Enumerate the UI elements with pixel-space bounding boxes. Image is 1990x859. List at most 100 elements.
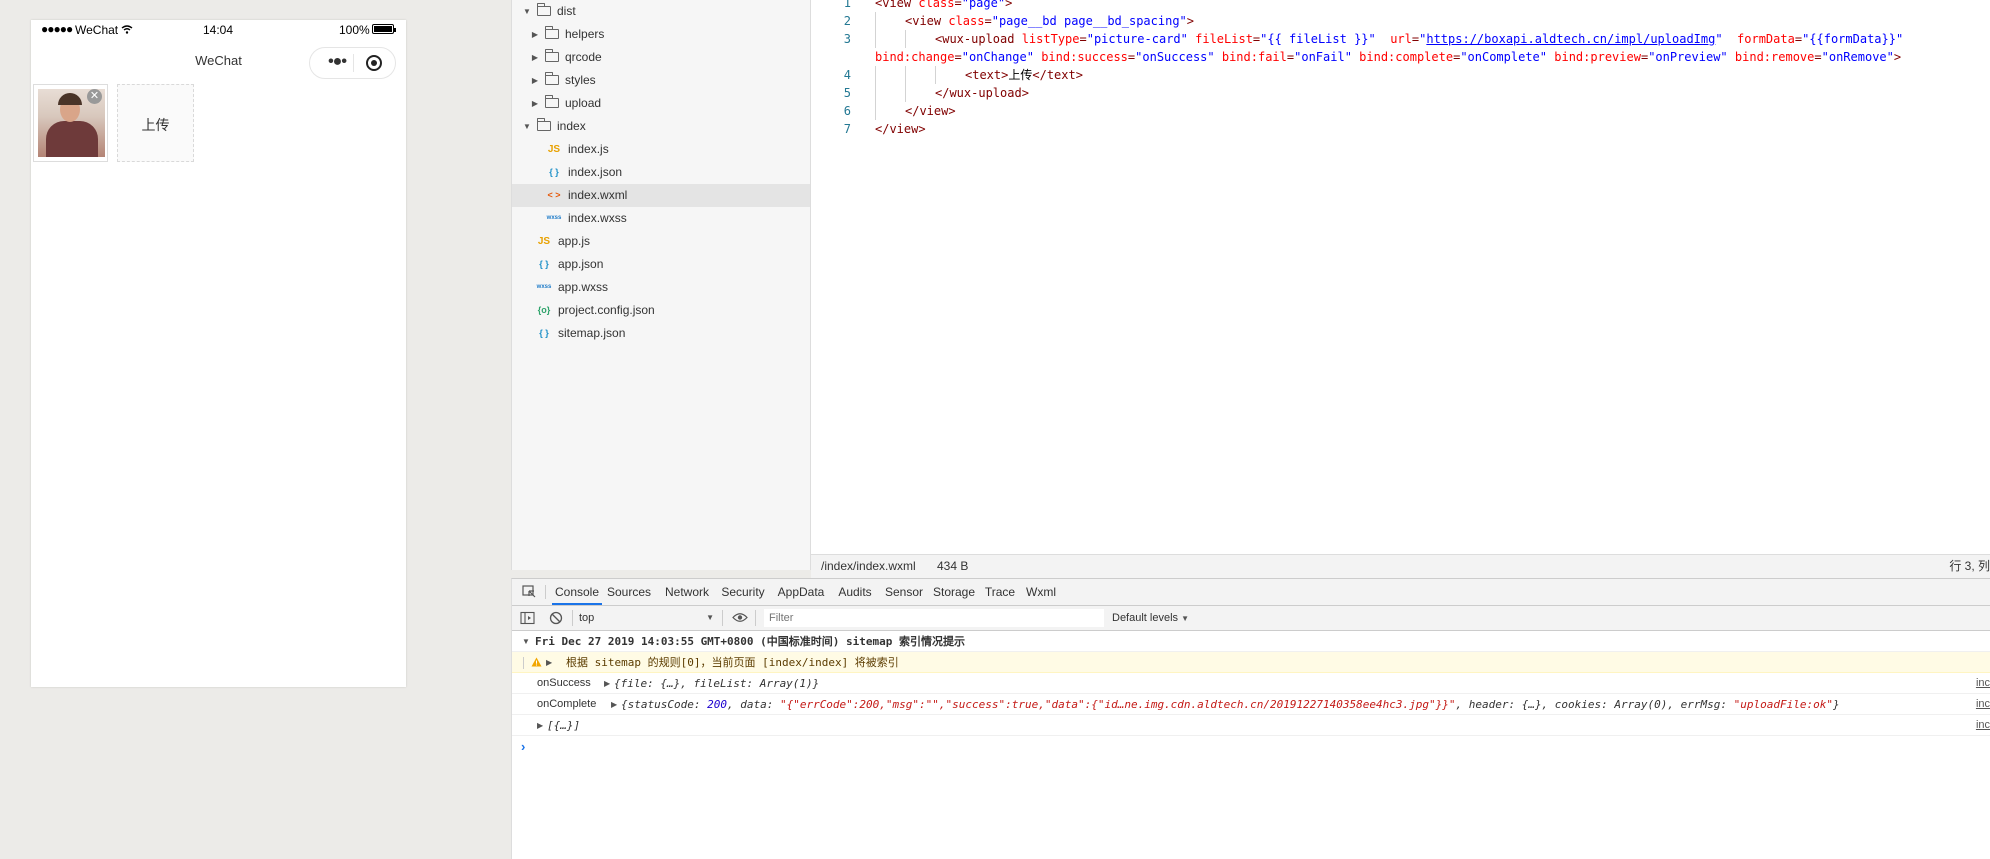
tab-security[interactable]: Security (720, 579, 766, 605)
tree-item[interactable]: { } index.json (512, 161, 810, 184)
tree-item[interactable]: wxss index.wxss (512, 207, 810, 230)
code-token: = (1814, 50, 1822, 64)
tree-item[interactable]: ▼ index (512, 115, 810, 138)
tree-item[interactable]: JS app.js (512, 230, 810, 253)
log-source-link[interactable]: inc (1976, 715, 1990, 736)
upload-button[interactable]: 上传 (117, 84, 194, 162)
tab-network[interactable]: Network (662, 579, 712, 605)
code-line[interactable]: 7 </view> (811, 120, 1990, 138)
warning-text: 根据 sitemap 的规则[0]，当前页面 [index/index] 将被索… (566, 656, 899, 669)
code-text: <view class="page__bd page__bd_spacing"> (905, 12, 1194, 30)
code-token: "picture-card" (1086, 32, 1188, 46)
tree-item[interactable]: ▶ helpers (512, 23, 810, 46)
indent-guide (935, 66, 936, 84)
tab-trace[interactable]: Trace (984, 579, 1016, 605)
tree-item[interactable]: { } sitemap.json (512, 322, 810, 345)
code-token: = (954, 0, 962, 10)
code-line[interactable]: 5 </wux-upload> (811, 84, 1990, 102)
folder-open-icon (537, 3, 551, 16)
code-token: </view> (875, 122, 926, 136)
code-line[interactable]: 3 <wux-upload listType="picture-card" fil… (811, 30, 1990, 48)
code-token: > (1186, 14, 1195, 28)
tab-sources[interactable]: Sources (606, 579, 652, 605)
code-token: " (1715, 32, 1723, 46)
code-line[interactable]: 4 <text>上传</text> (811, 66, 1990, 84)
chevron-right-icon[interactable]: ▶ (530, 69, 540, 92)
chevron-right-icon[interactable]: ▶ (530, 46, 540, 69)
context-select[interactable]: top ▼ (579, 609, 714, 627)
tab-appdata[interactable]: AppData (775, 579, 827, 605)
tab-wxml[interactable]: Wxml (1024, 579, 1058, 605)
sidebar-toggle-icon[interactable] (520, 611, 535, 625)
expand-right-icon: ▶ (604, 679, 611, 688)
code-token: </wux-upload> (935, 86, 1029, 100)
uploaded-image-card[interactable]: ✕ (33, 84, 108, 162)
tree-item[interactable]: { } app.json (512, 253, 810, 276)
code-token: <view (875, 0, 919, 10)
code-line[interactable]: 2 <view class="page__bd page__bd_spacing"… (811, 12, 1990, 30)
file-size: 434 B (937, 559, 969, 573)
log-source-link[interactable]: inc (1976, 673, 1990, 694)
more-icon[interactable]: •●• (320, 52, 354, 72)
json-file-icon: { } (539, 328, 549, 338)
tree-item[interactable]: ▶ qrcode (512, 46, 810, 69)
tab-storage[interactable]: Storage (932, 579, 976, 605)
group-header-text: Fri Dec 27 2019 14:03:55 GMT+0800 (中国标准时… (535, 635, 966, 648)
clear-console-icon[interactable] (549, 611, 563, 625)
expand-right-icon: ▶ (546, 658, 553, 667)
code-token: "onRemove" (1821, 50, 1894, 64)
tree-item[interactable]: {o} project.config.json (512, 299, 810, 322)
status-bar: ●●●●● WeChat 14:04 100% (31, 20, 406, 40)
log-on-complete[interactable]: onComplete ▶ {statusCode: 200, data: "{"… (512, 694, 1990, 715)
code-token: bind:change (875, 50, 955, 64)
chevron-down-icon: ▼ (1181, 614, 1190, 623)
inspect-element-icon[interactable] (522, 585, 537, 599)
log-warning[interactable]: ▶ 根据 sitemap 的规则[0]，当前页面 [index/index] 将… (512, 652, 1990, 673)
remove-image-icon[interactable]: ✕ (87, 89, 102, 104)
chevron-right-icon[interactable]: ▶ (530, 92, 540, 115)
close-mini-program-icon[interactable] (366, 55, 382, 71)
log-group-header[interactable]: ▼ Fri Dec 27 2019 14:03:55 GMT+0800 (中国标… (512, 631, 1990, 652)
code-line[interactable]: 1 <view class="page"> (811, 0, 1990, 12)
code-token: "onPreview" (1648, 50, 1728, 64)
tree-item[interactable]: wxss app.wxss (512, 276, 810, 299)
toolbar-divider (755, 610, 756, 626)
log-array[interactable]: ▶ [{…}] inc (512, 715, 1990, 736)
tree-item-label: qrcode (565, 50, 602, 64)
tree-item[interactable]: ▶ styles (512, 69, 810, 92)
code-token: url (1390, 32, 1412, 46)
tree-item-label: upload (565, 96, 602, 110)
tab-audits[interactable]: Audits (835, 579, 875, 605)
tab-console[interactable]: Console (552, 579, 602, 605)
log-levels-select[interactable]: Default levels ▼ (1112, 609, 1189, 627)
expand-right-icon: ▶ (537, 721, 544, 730)
console-filter-input[interactable] (764, 609, 1104, 627)
code-editor[interactable]: 1 <view class="page"> 2 <view class="page__… (811, 0, 1990, 554)
obj-data-value: "{"errCode":200,"msg":"","success":true,… (779, 698, 1456, 711)
code-token: = (1079, 32, 1087, 46)
code-token: "onChange" (961, 50, 1034, 64)
code-line[interactable]: bind:change="onChange" bind:success="onS… (811, 48, 1990, 66)
code-line[interactable]: 6 </view> (811, 102, 1990, 120)
chevron-down-icon[interactable]: ▼ (522, 0, 532, 23)
indent-guide (875, 30, 876, 48)
line-number: 3 (843, 32, 851, 46)
log-source-link[interactable]: inc (1976, 694, 1990, 715)
tab-sensor[interactable]: Sensor (884, 579, 924, 605)
tree-item[interactable]: JS index.js (512, 138, 810, 161)
tree-item[interactable]: ▼ dist (512, 0, 810, 23)
console-prompt-icon[interactable]: › (521, 737, 525, 757)
obj-data-key: , data: (726, 698, 780, 711)
eye-icon[interactable] (732, 612, 748, 623)
chevron-right-icon[interactable]: ▶ (530, 23, 540, 46)
code-token: "onComplete" (1460, 50, 1548, 64)
tree-item[interactable]: < > index.wxml (512, 184, 810, 207)
devtools-panel: Console Sources Network Security AppData Audi… (511, 578, 1990, 859)
indent-guide (905, 66, 906, 84)
chevron-down-icon[interactable]: ▼ (522, 115, 532, 138)
config-file-icon: {o} (537, 305, 551, 315)
folder-icon (545, 72, 559, 85)
tree-item[interactable]: ▶ upload (512, 92, 810, 115)
log-on-success[interactable]: onSuccess ▶ {file: {…}, fileList: Array(… (512, 673, 1990, 694)
